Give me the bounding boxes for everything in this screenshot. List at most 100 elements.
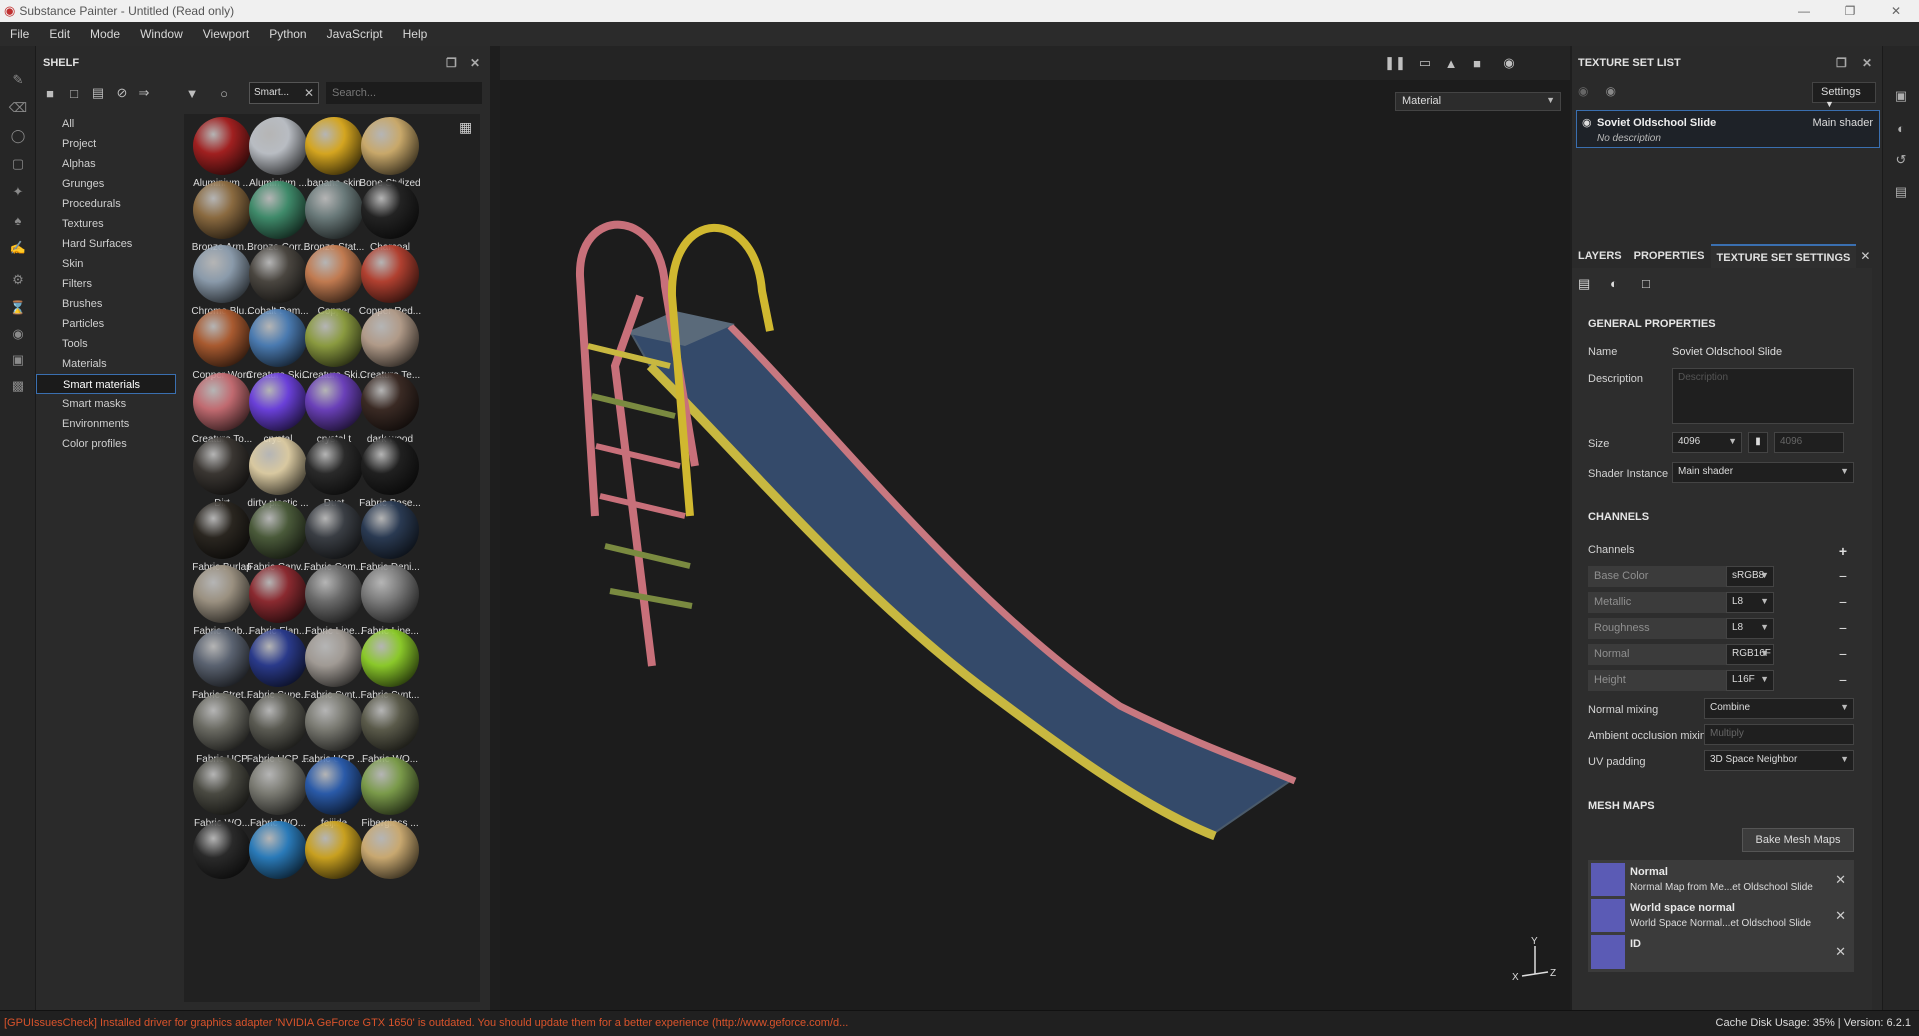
shelf-category-project[interactable]: Project bbox=[36, 134, 176, 154]
bake-icon[interactable]: ⌛ bbox=[8, 298, 28, 318]
layout-icon[interactable]: ▤ bbox=[1578, 276, 1590, 292]
projection-icon[interactable]: ◯ bbox=[8, 126, 28, 146]
shelf-category-hard-surfaces[interactable]: Hard Surfaces bbox=[36, 234, 176, 254]
remove-mesh-map-icon[interactable]: ✕ bbox=[1835, 872, 1846, 888]
close-panel-icon[interactable]: ✕ bbox=[1862, 56, 1872, 70]
remove-channel-icon[interactable]: − bbox=[1836, 595, 1850, 609]
remove-channel-icon[interactable]: − bbox=[1836, 569, 1850, 583]
settings-dropdown[interactable]: Settings ▼ bbox=[1812, 82, 1876, 109]
remove-channel-icon[interactable]: − bbox=[1836, 621, 1850, 635]
shelf-category-procedurals[interactable]: Procedurals bbox=[36, 194, 176, 214]
eraser-icon[interactable]: ⌫ bbox=[8, 98, 28, 118]
import-icon[interactable]: ⇒ bbox=[134, 84, 154, 102]
remove-channel-icon[interactable]: − bbox=[1836, 673, 1850, 687]
paint-brush-icon[interactable]: ✎ bbox=[8, 70, 28, 90]
material-preview bbox=[361, 629, 419, 687]
texture-set-item[interactable]: ◉ Soviet Oldschool Slide No description … bbox=[1576, 110, 1880, 148]
shader-settings-icon[interactable]: ◐ bbox=[1891, 118, 1911, 138]
uv-icon[interactable]: □ bbox=[1642, 276, 1650, 291]
menu-javascript[interactable]: JavaScript bbox=[317, 27, 393, 41]
shelf-category-smart-materials[interactable]: Smart materials bbox=[36, 374, 176, 394]
minimize-icon[interactable]: — bbox=[1781, 0, 1827, 22]
geometry-mask-icon[interactable]: ▢ bbox=[8, 154, 28, 174]
normal-mixing-select[interactable]: Combine ▼ bbox=[1704, 698, 1854, 719]
remove-mesh-map-icon[interactable]: ✕ bbox=[1835, 944, 1846, 960]
material-tile[interactable] bbox=[356, 816, 424, 894]
shelf-category-all[interactable]: All bbox=[36, 114, 176, 134]
channel-format-select[interactable]: RGB16F ▼ bbox=[1726, 644, 1774, 665]
clone-stamp-icon[interactable]: ♠ bbox=[8, 210, 28, 230]
channel-format-select[interactable]: L16F ▼ bbox=[1726, 670, 1774, 691]
shelf-category-particles[interactable]: Particles bbox=[36, 314, 176, 334]
shelf-category-smart-masks[interactable]: Smart masks bbox=[36, 394, 176, 414]
size-select[interactable]: 4096 ▼ bbox=[1672, 432, 1742, 453]
filter-tag[interactable]: Smart... ✕ bbox=[249, 82, 319, 104]
channel-format-select[interactable]: L8 ▼ bbox=[1726, 592, 1774, 613]
shelf-category-grunges[interactable]: Grunges bbox=[36, 174, 176, 194]
shelf-category-brushes[interactable]: Brushes bbox=[36, 294, 176, 314]
hide-icon[interactable]: ⊘ bbox=[112, 84, 132, 102]
shelf-category-skin[interactable]: Skin bbox=[36, 254, 176, 274]
grid-view-icon[interactable]: ▦ bbox=[459, 120, 473, 134]
log-icon[interactable]: ▤ bbox=[1891, 182, 1911, 202]
mesh-map-item[interactable]: ID ✕ bbox=[1588, 932, 1854, 972]
menu-edit[interactable]: Edit bbox=[39, 27, 80, 41]
tab-layers[interactable]: LAYERS bbox=[1572, 244, 1628, 268]
shelf-category-materials[interactable]: Materials bbox=[36, 354, 176, 374]
menu-window[interactable]: Window bbox=[130, 27, 193, 41]
shelf-category-color-profiles[interactable]: Color profiles bbox=[36, 434, 176, 454]
shader-instance-label: Shader Instance bbox=[1588, 468, 1669, 480]
float-panel-icon[interactable]: ❐ bbox=[1836, 56, 1847, 70]
history-icon[interactable]: ↺ bbox=[1891, 150, 1911, 170]
close-tab-icon[interactable]: ✕ bbox=[1860, 249, 1870, 263]
add-channel-icon[interactable]: + bbox=[1836, 544, 1850, 558]
close-panel-icon[interactable]: ✕ bbox=[470, 56, 480, 70]
material-icon[interactable]: ◐ bbox=[1610, 276, 1618, 291]
menu-mode[interactable]: Mode bbox=[80, 27, 130, 41]
shelf-category-environments[interactable]: Environments bbox=[36, 414, 176, 434]
folder-icon[interactable]: ■ bbox=[40, 84, 60, 102]
channel-format-select[interactable]: L8 ▼ bbox=[1726, 618, 1774, 639]
visibility-eye-icon[interactable]: ◉ bbox=[1582, 116, 1592, 129]
tab-properties[interactable]: PROPERTIES bbox=[1628, 244, 1711, 268]
show-all-icon[interactable]: ◉ bbox=[1606, 84, 1616, 98]
lock-icon[interactable]: ▮ bbox=[1748, 432, 1768, 453]
shader-instance-select[interactable]: Main shader ▼ bbox=[1672, 462, 1854, 483]
bake-mesh-maps-button[interactable]: Bake Mesh Maps bbox=[1742, 828, 1854, 852]
menu-file[interactable]: File bbox=[0, 27, 39, 41]
remove-filter-icon[interactable]: ✕ bbox=[304, 86, 314, 100]
float-panel-icon[interactable]: ❐ bbox=[446, 56, 457, 70]
remove-mesh-map-icon[interactable]: ✕ bbox=[1835, 908, 1846, 924]
photoshop-icon[interactable]: ▣ bbox=[8, 350, 28, 370]
menu-help[interactable]: Help bbox=[393, 27, 438, 41]
export-icon[interactable]: ▩ bbox=[8, 376, 28, 396]
close-icon[interactable]: ✕ bbox=[1873, 0, 1919, 22]
menu-python[interactable]: Python bbox=[259, 27, 316, 41]
uv-padding-select[interactable]: 3D Space Neighbor ▼ bbox=[1704, 750, 1854, 771]
list-icon[interactable]: ▤ bbox=[88, 84, 108, 102]
ao-mixing-select[interactable]: Multiply bbox=[1704, 724, 1854, 745]
mesh-map-item[interactable]: Normal Normal Map from Me...et Oldschool … bbox=[1588, 860, 1854, 900]
shelf-category-tools[interactable]: Tools bbox=[36, 334, 176, 354]
shelf-search-input[interactable] bbox=[326, 82, 482, 104]
description-field[interactable]: Description bbox=[1672, 368, 1854, 424]
tab-texture-set-settings[interactable]: TEXTURE SET SETTINGS bbox=[1710, 244, 1857, 268]
display-settings-icon[interactable]: ▣ bbox=[1891, 86, 1911, 106]
shelf-category-textures[interactable]: Textures bbox=[36, 214, 176, 234]
plugin-icon[interactable]: ◉ bbox=[8, 324, 28, 344]
color-picker-icon[interactable]: ✍ bbox=[8, 238, 28, 258]
settings-icon[interactable]: ⚙ bbox=[8, 270, 28, 290]
shelf-category-filters[interactable]: Filters bbox=[36, 274, 176, 294]
mesh-map-item[interactable]: World space normal World Space Normal...e… bbox=[1588, 896, 1854, 936]
hide-all-icon[interactable]: ◉ bbox=[1578, 84, 1588, 98]
channel-format-select[interactable]: sRGB8 ▼ bbox=[1726, 566, 1774, 587]
circle-icon[interactable]: ○ bbox=[214, 84, 234, 102]
filter-icon[interactable]: ▼ bbox=[182, 84, 202, 102]
shelf-category-alphas[interactable]: Alphas bbox=[36, 154, 176, 174]
smudge-icon[interactable]: ✦ bbox=[8, 182, 28, 202]
new-folder-icon[interactable]: □ bbox=[64, 84, 84, 102]
menu-viewport[interactable]: Viewport bbox=[193, 27, 259, 41]
remove-channel-icon[interactable]: − bbox=[1836, 647, 1850, 661]
viewport-3d[interactable]: ❚❚ ▭ ▲ ■ ◉ Material ▼ Y X Z bbox=[500, 46, 1570, 1010]
maximize-icon[interactable]: ❐ bbox=[1827, 0, 1873, 22]
